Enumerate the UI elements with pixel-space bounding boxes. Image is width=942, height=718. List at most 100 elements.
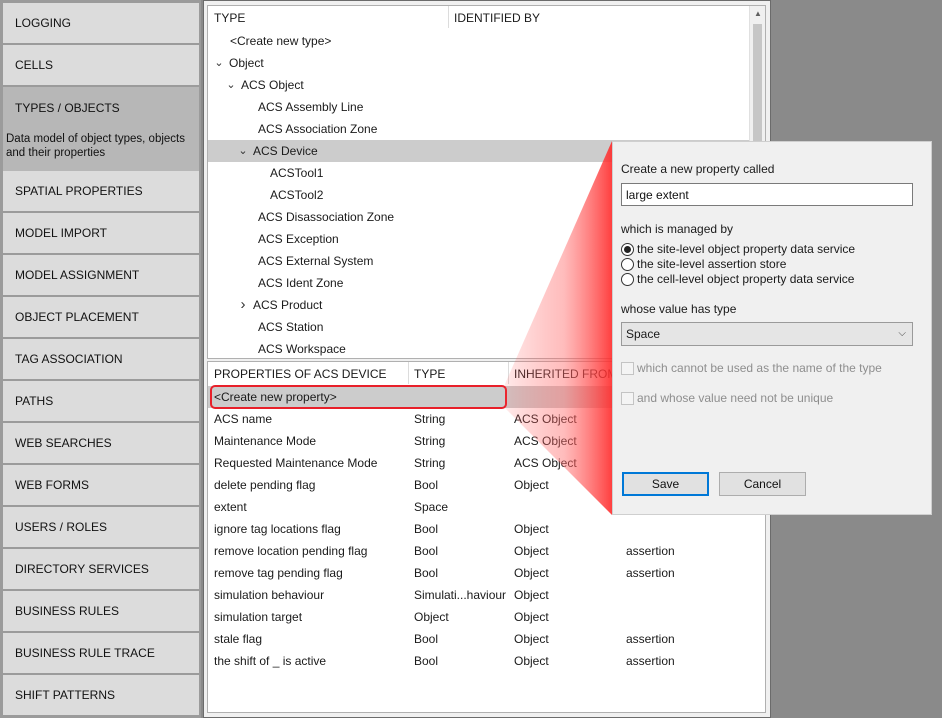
tree-row-label: ACSTool1 <box>270 166 324 180</box>
value-type-selected: Space <box>626 327 661 341</box>
property-name-cell: remove location pending flag <box>214 544 368 558</box>
property-inherited-cell: Object <box>514 610 549 624</box>
chevron-down-icon[interactable]: ⌄ <box>237 140 249 162</box>
property-inherited-cell: Object <box>514 544 549 558</box>
radio-button[interactable] <box>621 258 634 271</box>
property-inherited-cell: Object <box>514 566 549 580</box>
nav-item-label: TYPES / OBJECTS <box>15 101 120 115</box>
property-source-cell: assertion <box>626 544 675 558</box>
property-inherited-cell: Object <box>514 478 549 492</box>
nav-item-description: Data model of object types, objects and … <box>6 133 185 159</box>
chevron-right-icon[interactable]: › <box>237 294 249 316</box>
property-type-cell: Simulati...haviour <box>414 588 507 602</box>
tree-row-acs-association-zone[interactable]: ACS Association Zone <box>208 118 750 140</box>
chevron-down-icon[interactable]: ⌄ <box>213 52 225 74</box>
property-type-cell: String <box>414 456 446 470</box>
tree-row-label: ACS Object <box>241 78 304 92</box>
nav-item-shift-patterns[interactable]: SHIFT PATTERNS <box>3 675 199 715</box>
nav-item-spatial-properties[interactable]: SPATIAL PROPERTIES <box>3 171 199 211</box>
radio-button[interactable] <box>621 273 634 286</box>
column-separator[interactable] <box>408 362 409 384</box>
nav-item-cells[interactable]: CELLS <box>3 45 199 85</box>
radio-label: the cell-level object property data serv… <box>637 272 855 286</box>
tree-row-label: ACS Exception <box>258 232 339 246</box>
nav-item-business-rule-trace[interactable]: BUSINESS RULE TRACE <box>3 633 199 673</box>
inherited-from-column-header[interactable]: INHERITED FROM <box>514 362 617 384</box>
nav-item-types-objects[interactable]: TYPES / OBJECTS Data model of object type… <box>3 87 199 171</box>
nav-item-paths[interactable]: PATHS <box>3 381 199 421</box>
nav-item-model-import[interactable]: MODEL IMPORT <box>3 213 199 253</box>
table-row[interactable]: simulation target Object Object <box>208 606 765 628</box>
nav-item-tag-association[interactable]: TAG ASSOCIATION <box>3 339 199 379</box>
tree-row-label: <Create new type> <box>230 34 332 48</box>
property-type-cell: Bool <box>414 566 439 580</box>
property-name-cell: Maintenance Mode <box>214 434 317 448</box>
property-type-cell: Space <box>414 500 449 514</box>
nav-item-business-rules[interactable]: BUSINESS RULES <box>3 591 199 631</box>
tree-row-label: ACS External System <box>258 254 374 268</box>
property-type-cell: String <box>414 412 446 426</box>
nav-item-logging[interactable]: LOGGING <box>3 3 199 43</box>
chevron-down-icon[interactable]: ⌄ <box>225 74 237 96</box>
property-inherited-cell: ACS Object <box>514 434 577 448</box>
tree-row-label: Object <box>229 56 264 70</box>
property-type-column-header[interactable]: TYPE <box>414 362 445 384</box>
property-type-cell: Bool <box>414 632 439 646</box>
property-inherited-cell: ACS Object <box>514 412 577 426</box>
nav-item-web-searches[interactable]: WEB SEARCHES <box>3 423 199 463</box>
tree-row-acs-object[interactable]: ⌄ ACS Object <box>208 74 750 96</box>
column-separator[interactable] <box>508 362 509 384</box>
property-name-column-header[interactable]: PROPERTIES OF ACS DEVICE <box>214 362 387 384</box>
table-row[interactable]: ignore tag locations flag Bool Object <box>208 518 765 540</box>
property-name-cell: stale flag <box>214 632 263 646</box>
property-source-cell: assertion <box>626 632 675 646</box>
not-unique-checkbox[interactable] <box>621 392 634 405</box>
property-name-cell: Requested Maintenance Mode <box>214 456 378 470</box>
property-inherited-cell: Object <box>514 522 549 536</box>
create-new-property-label: <Create new property> <box>214 390 337 404</box>
property-name-cell: ignore tag locations flag <box>214 522 341 536</box>
tree-row-object[interactable]: ⌄ Object <box>208 52 750 74</box>
property-name-cell: ACS name <box>214 412 273 426</box>
cancel-button[interactable]: Cancel <box>719 472 806 496</box>
nav-item-web-forms[interactable]: WEB FORMS <box>3 465 199 505</box>
property-source-cell: assertion <box>626 566 675 580</box>
table-row[interactable]: remove tag pending flag Bool Object asserti… <box>208 562 765 584</box>
property-source-cell: assertion <box>626 654 675 668</box>
property-inherited-cell: ACS Object <box>514 456 577 470</box>
table-row[interactable]: stale flag Bool Object assertion <box>208 628 765 650</box>
tree-row-label: ACS Assembly Line <box>258 100 364 114</box>
property-type-cell: String <box>414 434 446 448</box>
identified-by-column-header[interactable]: IDENTIFIED BY <box>454 6 540 28</box>
property-type-cell: Object <box>414 610 449 624</box>
tree-row-create-new-type[interactable]: <Create new type> <box>208 30 750 52</box>
table-row[interactable]: simulation behaviour Simulati...haviour Ob… <box>208 584 765 606</box>
chevron-down-icon: ⌵ <box>898 328 906 339</box>
value-type-select[interactable]: Space ⌵ <box>621 322 913 346</box>
property-type-cell: Bool <box>414 654 439 668</box>
property-name-cell: simulation behaviour <box>214 588 325 602</box>
nav-item-directory-services[interactable]: DIRECTORY SERVICES <box>3 549 199 589</box>
table-row[interactable]: remove location pending flag Bool Object as… <box>208 540 765 562</box>
property-name-input[interactable] <box>621 183 913 206</box>
tree-row-label: ACS Ident Zone <box>258 276 344 290</box>
property-name-cell: extent <box>214 500 247 514</box>
property-name-cell: the shift of _ is active <box>214 654 327 668</box>
radio-button[interactable] <box>621 243 634 256</box>
tree-row-label: ACS Workspace <box>258 342 346 356</box>
tree-row-acs-assembly-line[interactable]: ACS Assembly Line <box>208 96 750 118</box>
nav-item-object-placement[interactable]: OBJECT PLACEMENT <box>3 297 199 337</box>
property-name-cell: simulation target <box>214 610 303 624</box>
nav-item-users-roles[interactable]: USERS / ROLES <box>3 507 199 547</box>
left-navigation: LOGGING CELLS TYPES / OBJECTS Data model of… <box>0 0 201 718</box>
column-separator[interactable] <box>448 6 449 28</box>
type-column-header[interactable]: TYPE <box>214 6 245 28</box>
nav-item-model-assignment[interactable]: MODEL ASSIGNMENT <box>3 255 199 295</box>
cannot-be-type-name-checkbox[interactable] <box>621 362 634 375</box>
table-row[interactable]: the shift of _ is active Bool Object assert… <box>208 650 765 672</box>
tree-row-label: ACS Disassociation Zone <box>258 210 395 224</box>
scroll-up-icon[interactable]: ▲ <box>750 6 765 22</box>
save-button[interactable]: Save <box>622 472 709 496</box>
cannot-be-type-name-label: which cannot be used as the name of the … <box>637 361 882 375</box>
tree-row-label: ACSTool2 <box>270 188 324 202</box>
